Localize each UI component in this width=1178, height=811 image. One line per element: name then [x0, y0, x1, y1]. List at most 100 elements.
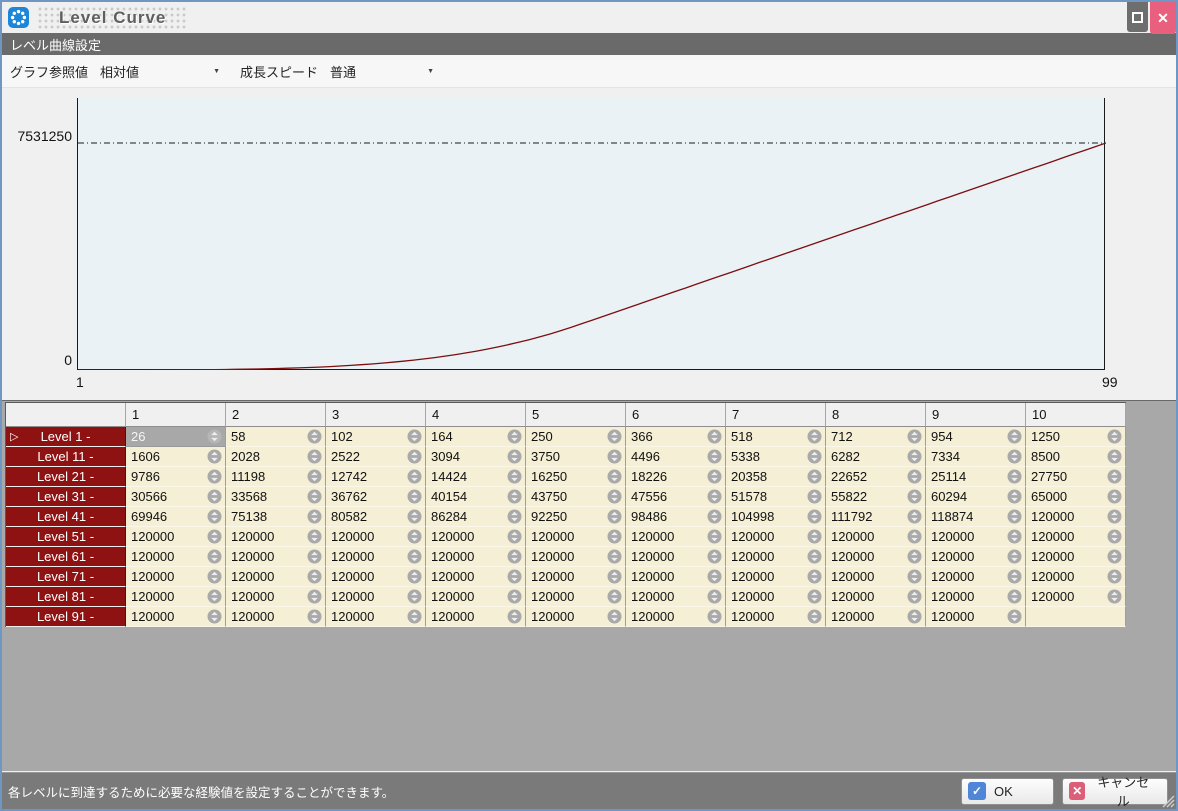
spinner-icon[interactable] [1107, 549, 1122, 564]
cancel-button[interactable]: ✕ キャンセル [1062, 775, 1168, 809]
spinner-icon[interactable] [507, 469, 522, 484]
value-cell[interactable]: 5338 [726, 447, 826, 467]
spinner-icon[interactable] [607, 549, 622, 564]
value-cell[interactable]: 120000 [626, 527, 726, 547]
value-cell[interactable]: 120000 [726, 607, 826, 627]
value-cell[interactable]: 120000 [726, 527, 826, 547]
spinner-icon[interactable] [1107, 489, 1122, 504]
value-cell[interactable]: 26 [126, 427, 226, 447]
spinner-icon[interactable] [807, 429, 822, 444]
spinner-icon[interactable] [1107, 469, 1122, 484]
spinner-icon[interactable] [407, 489, 422, 504]
spinner-icon[interactable] [307, 569, 322, 584]
spinner-icon[interactable] [807, 569, 822, 584]
spinner-icon[interactable] [507, 549, 522, 564]
spinner-icon[interactable] [907, 449, 922, 464]
spinner-icon[interactable] [607, 429, 622, 444]
value-cell[interactable]: 75138 [226, 507, 326, 527]
spinner-icon[interactable] [707, 429, 722, 444]
value-cell[interactable]: 25114 [926, 467, 1026, 487]
value-cell[interactable]: 120000 [826, 527, 926, 547]
value-cell[interactable]: 30566 [126, 487, 226, 507]
value-cell[interactable]: 120000 [226, 527, 326, 547]
spinner-icon[interactable] [207, 569, 222, 584]
value-cell[interactable]: 1606 [126, 447, 226, 467]
spinner-icon[interactable] [407, 449, 422, 464]
value-cell[interactable]: 14424 [426, 467, 526, 487]
spinner-icon[interactable] [1007, 549, 1022, 564]
spinner-icon[interactable] [407, 589, 422, 604]
value-cell[interactable]: 120000 [526, 587, 626, 607]
spinner-icon[interactable] [907, 489, 922, 504]
spinner-icon[interactable] [607, 569, 622, 584]
row-header[interactable]: Level 41 - [6, 507, 126, 527]
spinner-icon[interactable] [1007, 609, 1022, 624]
spinner-icon[interactable] [307, 549, 322, 564]
value-cell[interactable]: 120000 [126, 567, 226, 587]
row-header[interactable]: ▷ Level 1 - [6, 427, 126, 447]
value-cell[interactable]: 60294 [926, 487, 1026, 507]
spinner-icon[interactable] [207, 429, 222, 444]
value-cell[interactable]: 120000 [426, 567, 526, 587]
spinner-icon[interactable] [607, 609, 622, 624]
spinner-icon[interactable] [207, 549, 222, 564]
spinner-icon[interactable] [1107, 529, 1122, 544]
row-header[interactable]: Level 91 - [6, 607, 126, 627]
value-cell[interactable]: 55822 [826, 487, 926, 507]
spinner-icon[interactable] [607, 509, 622, 524]
value-cell[interactable]: 2522 [326, 447, 426, 467]
value-cell[interactable]: 120000 [226, 547, 326, 567]
spinner-icon[interactable] [307, 429, 322, 444]
value-cell[interactable]: 120000 [126, 547, 226, 567]
value-cell[interactable]: 98486 [626, 507, 726, 527]
value-cell[interactable]: 3750 [526, 447, 626, 467]
value-cell[interactable]: 120000 [326, 567, 426, 587]
value-cell[interactable]: 120000 [426, 527, 526, 547]
spinner-icon[interactable] [507, 589, 522, 604]
spinner-icon[interactable] [807, 489, 822, 504]
spinner-icon[interactable] [1107, 589, 1122, 604]
spinner-icon[interactable] [407, 549, 422, 564]
value-cell[interactable]: 120000 [626, 587, 726, 607]
value-cell[interactable]: 120000 [226, 587, 326, 607]
spinner-icon[interactable] [407, 509, 422, 524]
row-header[interactable]: Level 71 - [6, 567, 126, 587]
spinner-icon[interactable] [907, 529, 922, 544]
value-cell[interactable]: 20358 [726, 467, 826, 487]
value-cell[interactable]: 120000 [926, 567, 1026, 587]
spinner-icon[interactable] [807, 589, 822, 604]
spinner-icon[interactable] [307, 529, 322, 544]
value-cell[interactable]: 80582 [326, 507, 426, 527]
spinner-icon[interactable] [607, 449, 622, 464]
row-header[interactable]: Level 51 - [6, 527, 126, 547]
value-cell[interactable]: 250 [526, 427, 626, 447]
value-cell[interactable]: 118874 [926, 507, 1026, 527]
value-cell[interactable]: 9786 [126, 467, 226, 487]
value-cell[interactable]: 954 [926, 427, 1026, 447]
spinner-icon[interactable] [707, 589, 722, 604]
spinner-icon[interactable] [407, 569, 422, 584]
value-cell[interactable]: 712 [826, 427, 926, 447]
value-cell[interactable]: 120000 [526, 527, 626, 547]
value-cell[interactable]: 6282 [826, 447, 926, 467]
value-cell[interactable]: 120000 [526, 607, 626, 627]
spinner-icon[interactable] [1007, 569, 1022, 584]
value-cell[interactable]: 65000 [1026, 487, 1126, 507]
spinner-icon[interactable] [807, 469, 822, 484]
value-cell[interactable]: 120000 [226, 567, 326, 587]
value-cell[interactable]: 120000 [1026, 527, 1126, 547]
spinner-icon[interactable] [207, 529, 222, 544]
value-cell[interactable]: 120000 [1026, 507, 1126, 527]
spinner-icon[interactable] [807, 449, 822, 464]
spinner-icon[interactable] [707, 529, 722, 544]
value-cell[interactable]: 8500 [1026, 447, 1126, 467]
value-cell[interactable]: 22652 [826, 467, 926, 487]
value-cell[interactable]: 69946 [126, 507, 226, 527]
spinner-icon[interactable] [707, 569, 722, 584]
value-cell[interactable]: 16250 [526, 467, 626, 487]
spinner-icon[interactable] [307, 489, 322, 504]
value-cell[interactable]: 366 [626, 427, 726, 447]
spinner-icon[interactable] [307, 469, 322, 484]
value-cell[interactable]: 120000 [626, 567, 726, 587]
spinner-icon[interactable] [507, 489, 522, 504]
